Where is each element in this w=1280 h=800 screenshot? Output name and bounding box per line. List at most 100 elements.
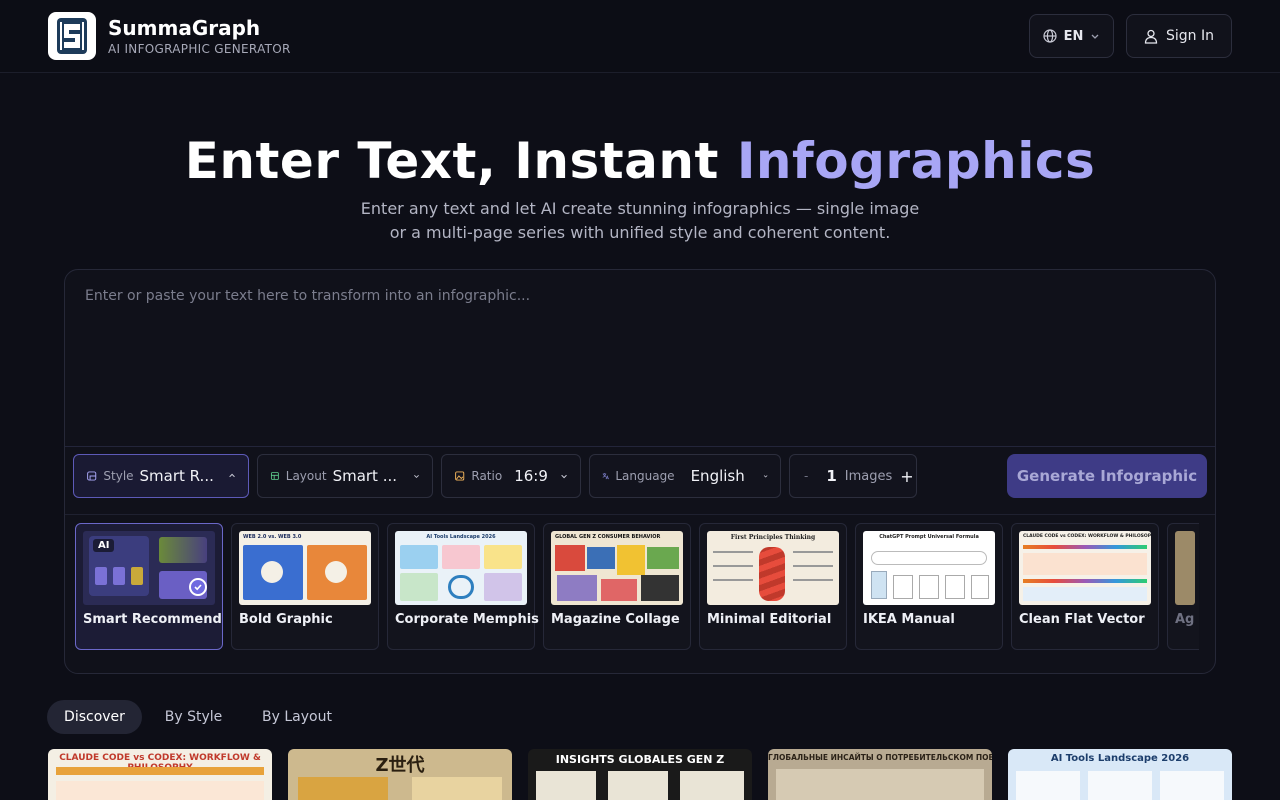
- thumb-block: [945, 575, 965, 599]
- style-thumb: CLAUDE CODE vs CODEX: WORKFLOW & PHILOSO…: [1019, 531, 1151, 605]
- language-value: English: [690, 467, 745, 485]
- thumb-block: [113, 567, 125, 585]
- gallery-item[interactable]: AI Tools Landscape 2026: [1008, 749, 1232, 800]
- palette-icon: [87, 471, 97, 481]
- layout-icon: [270, 472, 279, 480]
- check-icon: [189, 578, 207, 596]
- style-name: Clean Flat Vector: [1019, 612, 1145, 627]
- thumb-block: [759, 547, 785, 601]
- style-thumb: ChatGPT Prompt Universal Formula: [863, 531, 995, 605]
- style-label: Style: [103, 469, 134, 483]
- top-header: SummaGraph AI INFOGRAPHIC GENERATOR EN S…: [0, 0, 1280, 73]
- tab-discover[interactable]: Discover: [47, 700, 142, 734]
- gallery-item[interactable]: Z世代: [288, 749, 512, 800]
- tab-by-layout[interactable]: By Layout: [247, 700, 347, 734]
- sign-in-button[interactable]: Sign In: [1126, 14, 1232, 58]
- style-thumb: AI Tools Landscape 2026: [395, 531, 527, 605]
- thumb-block: [261, 561, 283, 583]
- thumb-title: GLOBAL GEN Z CONSUMER BEHAVIOR: [555, 534, 661, 540]
- gallery-title: Z世代: [375, 755, 425, 776]
- style-thumb: First Principles Thinking: [707, 531, 839, 605]
- image-ratio-icon: [455, 471, 465, 481]
- style-card-partial[interactable]: Ag: [1167, 523, 1199, 650]
- style-card-bold-graphic[interactable]: WEB 2.0 vs. WEB 3.0 Bold Graphic: [231, 523, 379, 650]
- style-value: Smart R...: [139, 467, 214, 485]
- thumb-block: [412, 777, 502, 800]
- thumb-block: [400, 545, 438, 569]
- style-card-smart-recommend[interactable]: AI Smart Recommend: [75, 523, 223, 650]
- layout-value: Smart ...: [332, 467, 398, 485]
- divider: [65, 514, 1215, 515]
- style-card-magazine-collage[interactable]: GLOBAL GEN Z CONSUMER BEHAVIOR Magazine …: [543, 523, 691, 650]
- style-name: Smart Recommend: [83, 612, 222, 627]
- tab-by-style[interactable]: By Style: [150, 700, 237, 734]
- chevron-down-icon: [763, 475, 768, 478]
- globe-icon: [1043, 29, 1057, 43]
- generate-button[interactable]: Generate Infographic: [1007, 454, 1207, 498]
- style-name: Ag: [1175, 612, 1195, 627]
- gallery-item[interactable]: ГЛОБАЛЬНЫЕ ИНСАЙТЫ О ПОТРЕБИТЕЛЬСКОМ ПОВ…: [768, 749, 992, 800]
- style-name: Magazine Collage: [551, 612, 680, 627]
- style-thumb: GLOBAL GEN Z CONSUMER BEHAVIOR: [551, 531, 683, 605]
- thumb-title: CLAUDE CODE vs CODEX: WORKFLOW & PHILOSO…: [1023, 534, 1151, 539]
- images-decrement-button[interactable]: -: [804, 469, 808, 483]
- style-card-clean-flat-vector[interactable]: CLAUDE CODE vs CODEX: WORKFLOW & PHILOSO…: [1011, 523, 1159, 650]
- style-card-ikea-manual[interactable]: ChatGPT Prompt Universal Formula IKEA Ma…: [855, 523, 1003, 650]
- thumb-block: [919, 575, 939, 599]
- thumb-block: [536, 771, 596, 800]
- language-select[interactable]: Language English: [589, 454, 781, 498]
- translate-icon: [602, 473, 609, 480]
- images-stepper: - 1 Images +: [789, 454, 917, 498]
- chevron-up-icon: [229, 473, 235, 478]
- thumb-block: [448, 575, 474, 599]
- gallery-item[interactable]: CLAUDE CODE vs CODEX: WORKFLOW & PHILOSO…: [48, 749, 272, 800]
- thumb-block: [641, 575, 679, 601]
- style-card-corporate-memphis[interactable]: AI Tools Landscape 2026 Corporate Memphi…: [387, 523, 539, 650]
- gallery-title: AI Tools Landscape 2026: [1050, 753, 1190, 764]
- layout-select[interactable]: Layout Smart ...: [257, 454, 433, 498]
- thumb-block: [647, 547, 679, 569]
- style-thumb: AI: [83, 531, 215, 605]
- thumb-block: [298, 777, 388, 800]
- thumb-block: [1016, 771, 1080, 800]
- images-increment-button[interactable]: +: [900, 467, 913, 486]
- thumb-block: [159, 537, 207, 563]
- thumb-block: [442, 545, 480, 569]
- text-input[interactable]: [65, 270, 1215, 446]
- thumb-line: [713, 579, 753, 581]
- thumb-block: [400, 573, 438, 601]
- style-thumb: [1175, 531, 1195, 605]
- style-card-minimal-editorial[interactable]: First Principles Thinking Minimal Editor…: [699, 523, 847, 650]
- thumb-block: [1023, 553, 1147, 575]
- thumb-block: [601, 579, 637, 601]
- thumb-line: [1023, 579, 1147, 583]
- ratio-select[interactable]: Ratio 16:9: [441, 454, 581, 498]
- thumb-title: AI Tools Landscape 2026: [426, 534, 496, 540]
- logo[interactable]: [48, 12, 96, 60]
- thumb-title: ChatGPT Prompt Universal Formula: [879, 534, 979, 540]
- thumb-block: [776, 769, 984, 800]
- style-select[interactable]: Style Smart R...: [73, 454, 249, 498]
- ai-badge: AI: [93, 539, 115, 552]
- hero-subtitle-line1: Enter any text and let AI create stunnin…: [360, 199, 920, 218]
- thumb-line: [713, 565, 753, 567]
- chevron-down-icon: [561, 474, 567, 479]
- thumb-line: [793, 579, 833, 581]
- thumb-block: [587, 547, 615, 569]
- gallery-title: INSIGHTS GLOBALES GEN Z: [555, 753, 725, 766]
- hero-subtitle-line2: or a multi-page series with unified styl…: [389, 223, 891, 242]
- thumb-block: [871, 551, 987, 565]
- language-switcher[interactable]: EN: [1029, 14, 1114, 58]
- thumb-line: [1023, 545, 1147, 549]
- logo-icon: [57, 18, 87, 54]
- thumb-block: [1160, 771, 1224, 800]
- ratio-value: 16:9: [514, 467, 548, 485]
- hero-title: Enter Text, Instant Infographics: [0, 132, 1280, 190]
- thumb-block: [1088, 771, 1152, 800]
- thumb-block: [131, 567, 143, 585]
- gallery-item[interactable]: INSIGHTS GLOBALES GEN Z: [528, 749, 752, 800]
- style-name: IKEA Manual: [863, 612, 955, 627]
- thumb-line: [793, 551, 833, 553]
- thumb-block: [56, 781, 264, 800]
- user-icon: [1144, 29, 1158, 44]
